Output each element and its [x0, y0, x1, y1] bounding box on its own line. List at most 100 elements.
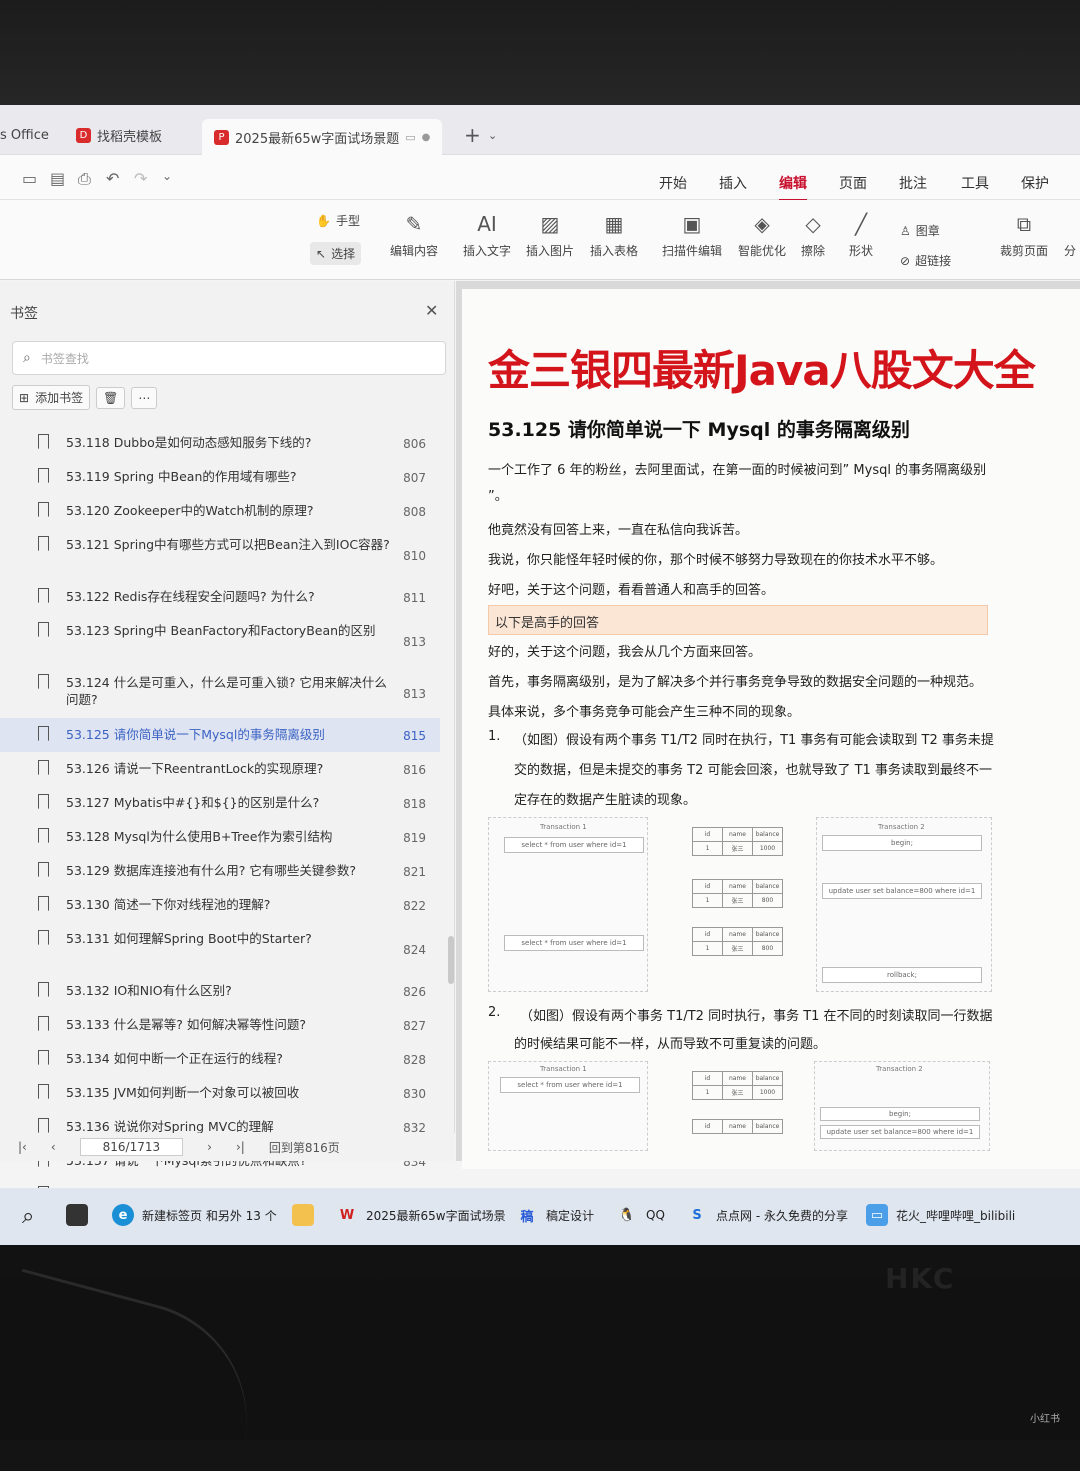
bookmark-item[interactable]: 53.134 如何中断一个正在运行的线程? 828 [0, 1042, 440, 1076]
search-button[interactable]: ⌕ [22, 1204, 34, 1229]
bookmark-item[interactable]: 53.120 Zookeeper中的Watch机制的原理? 808 [0, 494, 440, 528]
erase-button[interactable]: ◇ 擦除 [801, 212, 825, 259]
tab-office[interactable]: s Office [0, 119, 49, 151]
save-icon[interactable]: ▤ [50, 169, 65, 188]
close-icon[interactable]: ✕ [425, 301, 438, 320]
bookmark-item[interactable]: 53.124 什么是可重入，什么是可重入锁? 它用来解决什么问题? 813 [0, 666, 440, 718]
bookmark-icon [38, 536, 49, 551]
list-number: 2. [488, 1005, 501, 1020]
bookmark-item[interactable]: 53.123 Spring中 BeanFactory和FactoryBean的区… [0, 614, 440, 666]
tab-document[interactable]: P 2025最新65w字面试场景题 ▭ ● [202, 119, 443, 155]
menu-protect[interactable]: 保护 [1021, 173, 1049, 193]
smart-optimize-button[interactable]: ◈ 智能优化 [738, 212, 786, 259]
shape-button[interactable]: ╱ 形状 [849, 212, 873, 259]
bookmark-item[interactable]: 53.121 Spring中有哪些方式可以把Bean注入到IOC容器? 810 [0, 528, 440, 580]
bookmark-item[interactable]: 53.128 Mysql为什么使用B+Tree作为索引结构 819 [0, 820, 440, 854]
hyperlink-button[interactable]: ⊘ 超链接 [900, 252, 951, 269]
new-tab-icon[interactable]: + [464, 119, 481, 151]
data-table: id name balance 1 张三 1000 [692, 827, 783, 856]
insert-image-button[interactable]: ▨ 插入图片 [526, 212, 574, 259]
scan-edit-button[interactable]: ▣ 扫描件编辑 [662, 212, 722, 259]
bookmark-item[interactable]: 53.127 Mybatis中#{}和${}的区别是什么? 818 [0, 786, 440, 820]
bookmark-item[interactable]: 53.132 IO和NIO有什么区别? 826 [0, 974, 440, 1008]
taskbar-bilibili[interactable]: ▭ 花火_哔哩哔哩_bilibili [866, 1204, 1015, 1226]
bookmark-item[interactable]: 53.135 JVM如何判断一个对象可以被回收 830 [0, 1076, 440, 1110]
menu-page[interactable]: 页面 [839, 173, 867, 193]
bookmark-title: 53.135 JVM如何判断一个对象可以被回收 [66, 1085, 300, 1100]
bookmark-item[interactable]: 53.131 如何理解Spring Boot中的Starter? 824 [0, 922, 440, 974]
insert-text-button[interactable]: AI 插入文字 [463, 212, 511, 259]
bookmark-item[interactable]: 53.126 请说一下ReentrantLock的实现原理? 816 [0, 752, 440, 786]
bookmark-item[interactable]: 53.133 什么是幂等? 如何解决幂等性问题? 827 [0, 1008, 440, 1042]
first-page-icon[interactable]: |‹ [18, 1140, 27, 1154]
tab-template[interactable]: D 找稻壳模板 [76, 119, 162, 151]
bookmark-item[interactable]: 53.125 请你简单说一下Mysql的事务隔离级别 815 [0, 718, 440, 752]
taskbar-explorer[interactable] [292, 1204, 314, 1226]
insert-table-button[interactable]: ▦ 插入表格 [590, 212, 638, 259]
menu-insert[interactable]: 插入 [719, 173, 747, 193]
chevron-down-icon[interactable]: ⌄ [162, 169, 172, 183]
bookmark-page: 813 [403, 687, 426, 701]
table-cell: 1 [692, 941, 723, 956]
ribbon-label: 手型 [335, 214, 360, 228]
add-bookmark-button[interactable]: ⊞ 添加书签 [12, 385, 91, 410]
bookmark-page: 822 [403, 899, 426, 913]
bookmark-page: 816 [403, 763, 426, 777]
close-tab-icon[interactable]: ● [422, 132, 431, 143]
menu-edit[interactable]: 编辑 [779, 173, 807, 201]
taskbar-wps[interactable]: W 2025最新65w字面试场景 [336, 1204, 506, 1226]
window-icon[interactable]: ▭ [405, 131, 415, 144]
split-button[interactable]: 分 [1064, 212, 1076, 259]
prev-page-icon[interactable]: ‹ [51, 1140, 56, 1154]
table-cell: balance [752, 1071, 783, 1086]
bookmark-icon [38, 896, 49, 911]
paragraph: 好的，关于这个问题，我会从几个方面来回答。 [488, 645, 762, 660]
bookmark-page: 819 [403, 831, 426, 845]
taskbar-label: 新建标签页 和另外 13 个 [142, 1208, 277, 1223]
crop-page-button[interactable]: ⧉ 裁剪页面 [1000, 212, 1048, 259]
last-page-icon[interactable]: ›| [236, 1140, 245, 1154]
select-tool-button[interactable]: ↖ 选择 [310, 242, 362, 265]
stamp-button[interactable]: ♙ 图章 [900, 222, 940, 239]
transaction-1-label: Transaction 1 [540, 823, 587, 831]
paragraph: 我说，你只能怪年轻时候的你，那个时候不够努力导致现在的你技术水平不够。 [488, 553, 944, 568]
taskbar-diandian[interactable]: S 点点网 - 永久免费的分享 [686, 1204, 848, 1226]
undo-icon[interactable]: ↶ [106, 169, 119, 188]
folder-icon[interactable]: ▭ [22, 169, 37, 188]
bookmark-search-input[interactable]: ⌕ 书签查找 [12, 341, 446, 375]
more-button[interactable]: ⋯ [131, 386, 158, 409]
taskbar-gaoding[interactable]: 稿稿定设计 [516, 1204, 594, 1226]
bookmark-item[interactable]: 53.129 数据库连接池有什么用? 它有哪些关键参数? 821 [0, 854, 440, 888]
taskbar-label: 点点网 - 永久免费的分享 [716, 1208, 848, 1223]
qq-icon: 🐧 [616, 1204, 638, 1226]
bookmark-item[interactable]: 53.122 Redis存在线程安全问题吗? 为什么? 811 [0, 580, 440, 614]
monitor-brand-logo: HKC [885, 1262, 956, 1295]
menu-start[interactable]: 开始 [659, 173, 687, 193]
chevron-down-icon[interactable]: ⌄ [488, 119, 497, 151]
edit-content-button[interactable]: ✎ 编辑内容 [390, 212, 438, 259]
table-cell: 张三 [722, 941, 753, 956]
menu-comment[interactable]: 批注 [899, 173, 927, 193]
question-heading: 53.125 请你简单说一下 Mysql 的事务隔离级别 [488, 419, 910, 441]
menu-tools[interactable]: 工具 [961, 173, 989, 193]
taskbar-qq[interactable]: 🐧 QQ [616, 1204, 665, 1226]
paragraph: 首先，事务隔离级别，是为了解决多个并行事务竞争导致的数据安全问题的一种规范。 [488, 675, 983, 690]
sidebar-scrollbar[interactable] [448, 936, 454, 984]
image-icon: ▨ [540, 212, 560, 236]
page-number-input[interactable]: 816/1713 [79, 1138, 184, 1156]
list-text: （如图）假设有两个事务 T1/T2 同时执行，事务 T1 在不同的时刻读取同一行… [520, 1009, 993, 1024]
next-page-icon[interactable]: › [207, 1140, 212, 1154]
print-icon[interactable]: ⎙ [78, 169, 91, 189]
paragraph: 一个工作了 6 年的粉丝，去阿里面试，在第一面的时候被问到” Mysql 的事务… [488, 463, 987, 478]
taskbar-edge[interactable]: e 新建标签页 和另外 13 个 [112, 1204, 277, 1226]
quote-box: 以下是高手的回答 [488, 605, 988, 635]
bookmark-item[interactable]: 53.118 Dubbo是如何动态感知服务下线的? 806 [0, 426, 440, 460]
delete-bookmark-button[interactable]: 🗑 [96, 386, 126, 409]
redo-icon[interactable]: ↷ [134, 169, 147, 188]
link-icon: ⊘ [900, 253, 911, 268]
back-to-page-link[interactable]: 回到第816页 [269, 1139, 340, 1156]
bookmark-item[interactable]: 53.119 Spring 中Bean的作用域有哪些? 807 [0, 460, 440, 494]
hand-tool-button[interactable]: ✋ 手型 [316, 212, 360, 229]
bookmark-item[interactable]: 53.130 简述一下你对线程池的理解? 822 [0, 888, 440, 922]
task-view-button[interactable] [66, 1204, 88, 1226]
